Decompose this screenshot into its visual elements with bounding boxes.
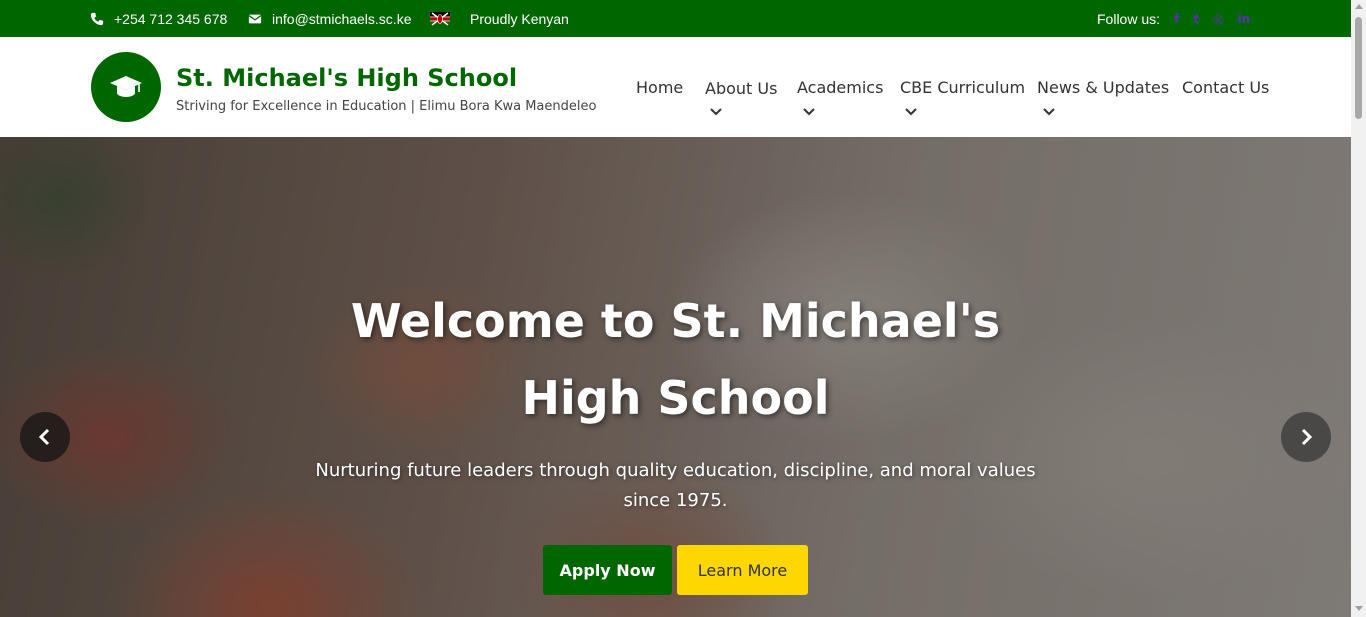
hero-subtitle: Nurturing future leaders through quality… — [315, 460, 1036, 511]
contact-email[interactable]: info@stmichaels.sc.ke — [248, 0, 411, 37]
nav-home[interactable]: Home — [636, 78, 683, 97]
social-links: f t ◎ in — [1160, 0, 1250, 37]
chevron-down-icon[interactable] — [709, 107, 723, 117]
nav-contact[interactable]: Contact Us — [1182, 78, 1269, 97]
chevron-down-icon[interactable] — [802, 107, 816, 117]
top-bar: +254 712 345 678 info@stmichaels.sc.ke P… — [0, 0, 1351, 37]
nav-academics[interactable]: Academics — [797, 78, 883, 97]
page-scrollbar[interactable] — [1351, 0, 1366, 617]
contact-phone[interactable]: +254 712 345 678 — [90, 0, 227, 37]
site-title[interactable]: St. Michael's High School — [176, 64, 517, 92]
chevron-down-icon[interactable] — [904, 107, 918, 117]
instagram-icon[interactable]: ◎ — [1213, 12, 1223, 26]
apply-now-button[interactable]: Apply Now — [543, 545, 672, 595]
chevron-down-icon[interactable] — [1042, 107, 1056, 117]
carousel-next-button[interactable] — [1281, 412, 1331, 462]
nav-cbe-curriculum[interactable]: CBE Curriculum — [900, 78, 1025, 97]
chevron-left-icon — [38, 428, 50, 446]
twitter-icon[interactable]: t — [1193, 12, 1199, 26]
linkedin-icon[interactable]: in — [1237, 12, 1250, 26]
nav-news-updates[interactable]: News & Updates — [1037, 78, 1169, 97]
scrollbar-thumb[interactable] — [1355, 17, 1362, 119]
scroll-up-icon[interactable] — [1355, 4, 1363, 9]
country-label: Proudly Kenyan — [470, 10, 569, 27]
nav-about[interactable]: About Us — [705, 79, 777, 98]
hero-carousel: Welcome to St. Michael's High School Nur… — [0, 137, 1351, 617]
graduation-cap-icon — [110, 76, 142, 97]
logo[interactable] — [91, 52, 161, 122]
country-badge: Proudly Kenyan — [430, 0, 569, 37]
facebook-icon[interactable]: f — [1174, 12, 1179, 26]
kenya-flag-icon — [430, 11, 450, 26]
phone-number: +254 712 345 678 — [114, 10, 228, 27]
scroll-down-icon[interactable] — [1355, 606, 1363, 611]
envelope-icon — [248, 14, 262, 23]
learn-more-button[interactable]: Learn More — [677, 545, 808, 595]
carousel-prev-button[interactable] — [20, 412, 70, 462]
phone-icon — [90, 12, 104, 25]
site-tagline: Striving for Excellence in Education | E… — [176, 99, 597, 114]
chevron-right-icon — [1301, 428, 1313, 446]
hero-title: Welcome to St. Michael's High School — [350, 294, 1001, 425]
email-address: info@stmichaels.sc.ke — [272, 10, 412, 27]
follow-label: Follow us: — [1097, 10, 1161, 27]
site-header: St. Michael's High School Striving for E… — [0, 37, 1351, 137]
